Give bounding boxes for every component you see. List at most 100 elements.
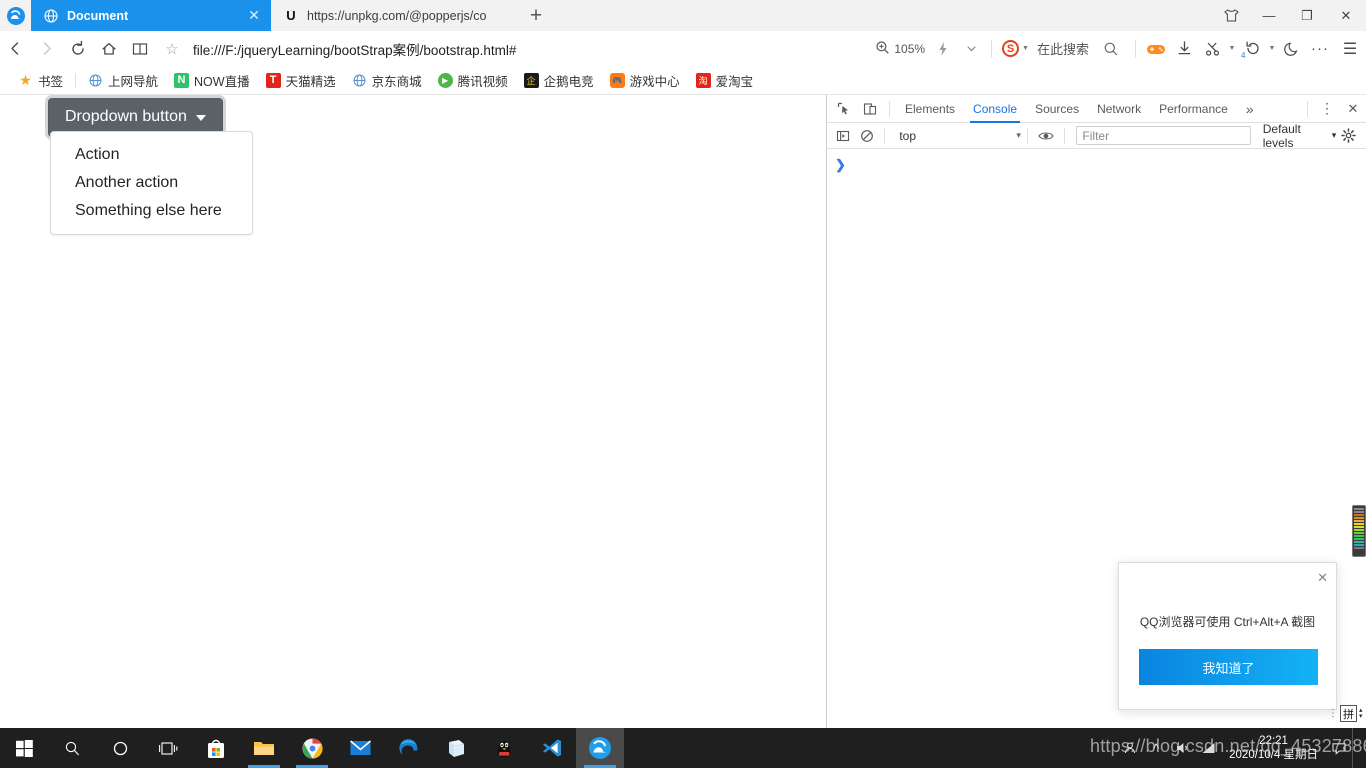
console-divider-3	[1063, 127, 1065, 144]
dropdown-item-action[interactable]: Action	[51, 141, 252, 169]
clear-console-icon[interactable]	[855, 123, 879, 149]
history-arrow-icon[interactable]: 4	[1238, 33, 1266, 64]
zoom-in-icon	[875, 40, 890, 58]
new-tab-button[interactable]: +	[519, 0, 553, 31]
mail-icon[interactable]	[336, 728, 384, 768]
bookmark-label: NOW直播	[194, 74, 250, 89]
browser-tab-document[interactable]: Document ✕	[31, 0, 271, 31]
dropdown-item-something-else-here[interactable]: Something else here	[51, 197, 252, 225]
vs-code-icon[interactable]	[528, 728, 576, 768]
download-icon[interactable]	[1170, 33, 1198, 64]
zoom-indicator[interactable]: 105%	[875, 40, 925, 58]
egame-icon: 企	[523, 72, 539, 88]
devtools-tab-performance[interactable]: Performance	[1150, 95, 1237, 123]
bookmark-item[interactable]: 京东商城	[344, 69, 430, 91]
home-button[interactable]	[93, 33, 124, 64]
search-input-placeholder[interactable]: 在此搜索	[1037, 39, 1089, 58]
browser-menu-icon[interactable]: ☰	[1334, 33, 1366, 64]
bookmark-item[interactable]: 企 企鹅电竞	[516, 69, 602, 91]
dropdown-item-another-action[interactable]: Another action	[51, 169, 252, 197]
cortana-button[interactable]	[96, 728, 144, 768]
bookmark-item[interactable]: ▶ 腾讯视频	[430, 69, 516, 91]
live-expression-eye-icon[interactable]	[1034, 123, 1058, 149]
devtools-tab-console[interactable]: Console	[964, 95, 1026, 123]
lightning-icon[interactable]	[929, 33, 957, 64]
unpkg-u-icon: U	[286, 8, 296, 23]
devtools-tab-elements[interactable]: Elements	[896, 95, 964, 123]
ime-arrows-icon[interactable]: ▴ ▾	[1359, 707, 1363, 720]
zoom-level-label: 105%	[894, 41, 926, 56]
toast-confirm-button[interactable]: 我知道了	[1139, 649, 1318, 685]
forward-button[interactable]	[31, 33, 62, 64]
chevron-down-icon[interactable]	[957, 33, 985, 64]
chrome-icon[interactable]	[288, 728, 336, 768]
devtools-kebab-menu-icon[interactable]: ⋮	[1314, 96, 1340, 122]
microsoft-edge-icon[interactable]	[384, 728, 432, 768]
moon-icon[interactable]	[1278, 33, 1306, 64]
devtools-tab-bar: Elements Console Sources Network Perform…	[827, 95, 1366, 123]
bookmark-item[interactable]: 🎮 游戏中心	[602, 69, 688, 91]
ime-mode-button[interactable]: 拼	[1340, 705, 1357, 722]
close-window-button[interactable]: ✕	[1326, 0, 1366, 31]
devtools-close-icon[interactable]: ✕	[1340, 96, 1366, 122]
console-filter-input[interactable]: Filter	[1076, 126, 1251, 145]
devtools-tab-bar-right: ⋮ ✕	[1301, 96, 1366, 122]
bookmark-label: 上网导航	[108, 74, 159, 89]
devtools-tab-network[interactable]: Network	[1088, 95, 1150, 123]
bookmark-item[interactable]: 淘 爱淘宝	[688, 69, 762, 91]
scissors-icon[interactable]	[1198, 33, 1226, 64]
csdn-watermark: https://blog.csdn.net/qq_45327886	[1090, 736, 1366, 756]
qq-browser-logo-icon	[0, 0, 31, 31]
microsoft-store-icon[interactable]	[192, 728, 240, 768]
ime-drag-handle-icon[interactable]: ⋮	[1328, 709, 1338, 719]
bookmark-divider	[75, 72, 77, 88]
tab-strip: Document ✕ U https://unpkg.com/@popperjs…	[0, 0, 1366, 31]
toast-close-icon[interactable]: ✕	[1317, 570, 1328, 586]
gamepad-icon[interactable]	[1142, 33, 1170, 64]
console-context-selector[interactable]: top ▾	[891, 129, 1021, 143]
page-content: Dropdown button Action Another action So…	[0, 95, 826, 728]
search-engine-caret-icon[interactable]: ▼	[1022, 45, 1029, 52]
bookmark-item[interactable]: N NOW直播	[166, 69, 258, 91]
scissors-caret-icon[interactable]: ▼	[1226, 33, 1238, 64]
search-engine-icon[interactable]: S	[1002, 40, 1020, 57]
notepad-icon[interactable]	[432, 728, 480, 768]
devtools-tab-sources[interactable]: Sources	[1026, 95, 1088, 123]
bookmark-star-icon[interactable]: ☆	[159, 36, 185, 62]
minimize-button[interactable]: —	[1250, 0, 1288, 31]
start-button[interactable]	[0, 728, 48, 768]
bookmark-label: 企鹅电竞	[543, 74, 594, 89]
restore-button[interactable]: ❐	[1288, 0, 1326, 31]
devtools-divider	[889, 100, 890, 117]
toolbar-search[interactable]: S ▼ 在此搜索	[998, 33, 1093, 64]
qq-penguin-icon[interactable]	[480, 728, 528, 768]
reload-button[interactable]	[62, 33, 93, 64]
tab-title: https://unpkg.com/@popperjs/co	[307, 8, 487, 23]
bookmark-item[interactable]: T 天猫精选	[258, 69, 344, 91]
bookmark-label: 游戏中心	[629, 74, 680, 89]
search-submit-icon[interactable]	[1093, 41, 1129, 57]
bookmark-item[interactable]: 上网导航	[80, 69, 166, 91]
ime-indicator[interactable]: ⋮ 拼 ▴ ▾	[1328, 705, 1363, 722]
device-toolbar-icon[interactable]	[857, 96, 883, 122]
skin-icon[interactable]	[1212, 0, 1250, 31]
tmall-icon: T	[265, 72, 281, 88]
console-log-levels-dropdown[interactable]: Default levels ▾	[1263, 122, 1337, 150]
devtools-settings-gear-icon[interactable]	[1336, 123, 1360, 149]
inspect-element-icon[interactable]	[831, 96, 857, 122]
back-button[interactable]	[0, 33, 31, 64]
tab-close-icon[interactable]: ✕	[245, 7, 263, 25]
more-options-icon[interactable]: ···	[1306, 33, 1334, 64]
console-sidebar-toggle-icon[interactable]	[831, 123, 855, 149]
file-explorer-icon[interactable]	[240, 728, 288, 768]
history-caret-icon[interactable]: ▼	[1266, 33, 1278, 64]
browser-tab-unpkg[interactable]: U https://unpkg.com/@popperjs/co	[271, 0, 519, 31]
reader-mode-icon[interactable]	[124, 33, 155, 64]
address-bar[interactable]: ☆ file:///F:/jqueryLearning/bootStrap案例/…	[155, 33, 875, 64]
caret-down-icon	[195, 115, 206, 121]
qq-browser-icon[interactable]	[576, 728, 624, 768]
task-view-button[interactable]	[144, 728, 192, 768]
search-button[interactable]	[48, 728, 96, 768]
devtools-more-tabs-icon[interactable]: »	[1237, 95, 1263, 123]
bookmark-item[interactable]: ★ 书签	[10, 69, 71, 91]
